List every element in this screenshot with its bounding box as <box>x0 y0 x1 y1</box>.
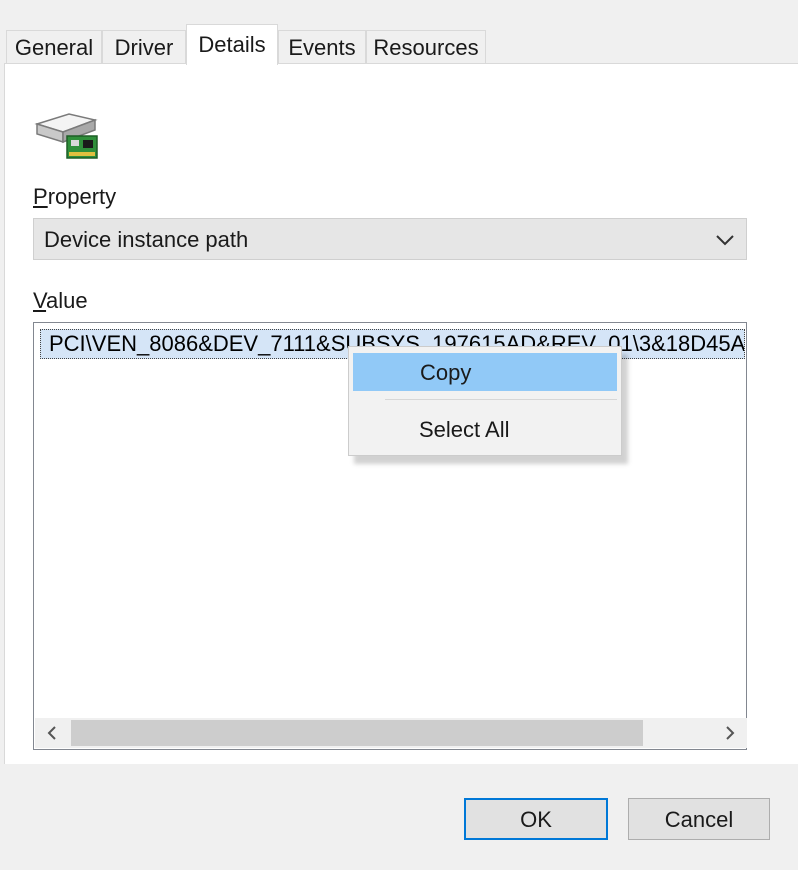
property-selected-value: Device instance path <box>44 227 249 252</box>
tab-driver[interactable]: Driver <box>102 30 186 64</box>
menu-separator <box>385 399 617 400</box>
copy-menu-item[interactable]: Copy <box>353 353 617 391</box>
scroll-thumb[interactable] <box>71 720 643 746</box>
device-properties-dialog: General Driver Details Events Resources … <box>0 0 798 870</box>
scroll-right-icon[interactable] <box>715 718 745 748</box>
select-all-menu-item[interactable]: Select All <box>353 411 617 449</box>
property-dropdown[interactable]: Device instance path <box>33 218 747 260</box>
property-label: Property <box>33 184 117 209</box>
tab-resources[interactable]: Resources <box>366 30 486 64</box>
ok-button[interactable]: OK <box>464 798 608 840</box>
tab-details[interactable]: Details <box>186 24 278 65</box>
cancel-button[interactable]: Cancel <box>628 798 770 840</box>
tab-general[interactable]: General <box>6 30 102 64</box>
network-adapter-icon <box>34 113 98 159</box>
tab-events[interactable]: Events <box>278 30 366 64</box>
scroll-left-icon[interactable] <box>37 718 67 748</box>
chevron-down-icon <box>716 235 734 246</box>
tab-strip: General Driver Details Events Resources <box>0 0 798 65</box>
value-label: Value <box>33 288 88 313</box>
context-menu: Copy Select All <box>348 346 622 456</box>
horizontal-scrollbar[interactable] <box>35 718 747 748</box>
